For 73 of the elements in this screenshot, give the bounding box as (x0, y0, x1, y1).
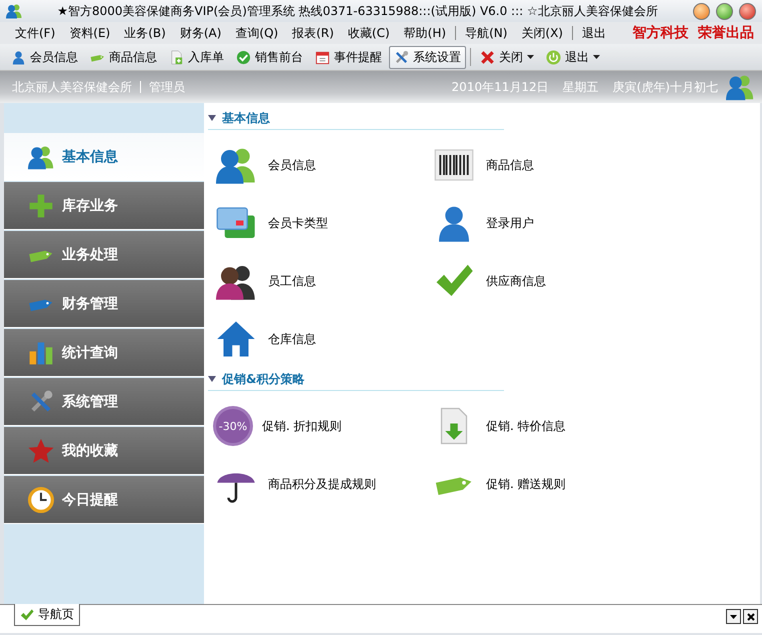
organization-name: 北京丽人美容保健会所 (12, 78, 132, 96)
close-icon (746, 612, 754, 620)
document-icon (169, 50, 184, 64)
power-icon (546, 50, 561, 64)
window-title: ★智方8000美容保健商务VIP(会员)管理系统 热线0371-63315988:::(试用版) V6.0 ::: ☆北京丽人美容保健会所 (56, 2, 659, 20)
menu-item[interactable]: 关闭(X) (514, 22, 570, 44)
menu-item[interactable]: 帮助(H) (396, 22, 454, 44)
caret-icon (730, 614, 737, 618)
sidebar-item[interactable]: 今日提醒 (4, 476, 204, 524)
shortcut-item[interactable]: 促销. 赠送规则 (434, 455, 652, 513)
shortcut-item[interactable]: 商品信息 (434, 136, 652, 194)
sidebar-item[interactable]: 业务处理 (4, 231, 204, 279)
tab[interactable]: 导航页 (14, 604, 80, 626)
menu-item[interactable]: 导航(N) (458, 22, 514, 44)
menu-item[interactable]: 业务(B) (117, 22, 173, 44)
discount-badge-icon: -30% (216, 409, 250, 443)
minimize-button[interactable] (693, 2, 710, 20)
menu-item[interactable]: 财务(A) (172, 22, 228, 44)
menu-item[interactable]: 退出 (575, 22, 613, 44)
check-circle-icon (236, 50, 251, 64)
shortcut-item[interactable]: 供应商信息 (434, 252, 652, 310)
section-header[interactable]: 促销&积分策略 (208, 368, 504, 391)
shortcut-item[interactable]: 促销. 特价信息 (434, 397, 652, 455)
house-icon (216, 319, 256, 359)
clock-icon (28, 486, 54, 512)
sidebar-item[interactable]: 我的收藏 (4, 427, 204, 475)
collapse-arrow-icon (208, 114, 216, 122)
close-icon (480, 50, 495, 64)
bar-chart-icon (28, 340, 54, 366)
collapse-arrow-icon (208, 375, 216, 383)
weekday-text: 星期五 (562, 78, 599, 96)
shortcut-item[interactable]: 会员信息 (216, 136, 434, 194)
shortcut-item[interactable]: 会员卡类型 (216, 194, 434, 252)
toolbar-button[interactable]: 销售前台 (231, 46, 308, 68)
section-header[interactable]: 基本信息 (208, 107, 504, 130)
tools-icon (394, 50, 409, 64)
toolbar-button[interactable]: 退出 (541, 46, 605, 68)
sidebar-item[interactable]: 统计查询 (4, 329, 204, 377)
people-icon (6, 3, 22, 19)
date-text: 2010年11月12日 (452, 78, 549, 96)
shortcut-item[interactable]: 员工信息 (216, 252, 434, 310)
checkmark-icon (20, 608, 34, 622)
toolbar-button[interactable]: 系统设置 (389, 46, 466, 68)
user-role: 管理员 (149, 78, 185, 96)
sidebar-item[interactable]: 库存业务 (4, 182, 204, 230)
toolbar-button[interactable]: 事件提醒 (310, 46, 387, 68)
maximize-button[interactable] (716, 2, 733, 20)
menu-item[interactable]: 收藏(C) (340, 22, 397, 44)
star-icon (28, 438, 54, 464)
menu-item[interactable]: 资料(E) (62, 22, 118, 44)
sidebar-item[interactable]: 基本信息 (4, 133, 204, 181)
toolbar-button[interactable]: 会员信息 (6, 46, 83, 68)
brand-slogan: 智方科技 荣誉出品 (632, 24, 754, 42)
shortcut-item[interactable]: -30% 促销. 折扣规则 (216, 397, 434, 455)
close-button[interactable] (743, 609, 758, 624)
menu-item[interactable]: 查询(Q) (228, 22, 286, 44)
sidebar-item[interactable]: 财务管理 (4, 280, 204, 328)
person-icon (11, 50, 26, 64)
people-icon (726, 73, 754, 101)
calendar-icon (315, 50, 330, 64)
toolbar-button[interactable]: 商品信息 (85, 46, 162, 68)
shortcut-item[interactable]: 仓库信息 (216, 310, 434, 368)
plus-icon (28, 192, 54, 218)
menu-item[interactable]: 文件(F) (8, 22, 62, 44)
shortcut-item[interactable]: 登录用户 (434, 194, 652, 252)
dropdown-button[interactable] (726, 609, 741, 624)
shortcut-item[interactable]: 商品积分及提成规则 (216, 455, 434, 513)
toolbar-button[interactable]: 关闭 (475, 46, 539, 68)
people-icon (28, 144, 54, 170)
toolbar-button[interactable]: 入库单 (164, 46, 229, 68)
lunar-date-text: 庚寅(虎年)十月初七 (612, 78, 718, 96)
menu-item[interactable]: 报表(R) (285, 22, 341, 44)
sidebar-item[interactable]: 系统管理 (4, 378, 204, 426)
